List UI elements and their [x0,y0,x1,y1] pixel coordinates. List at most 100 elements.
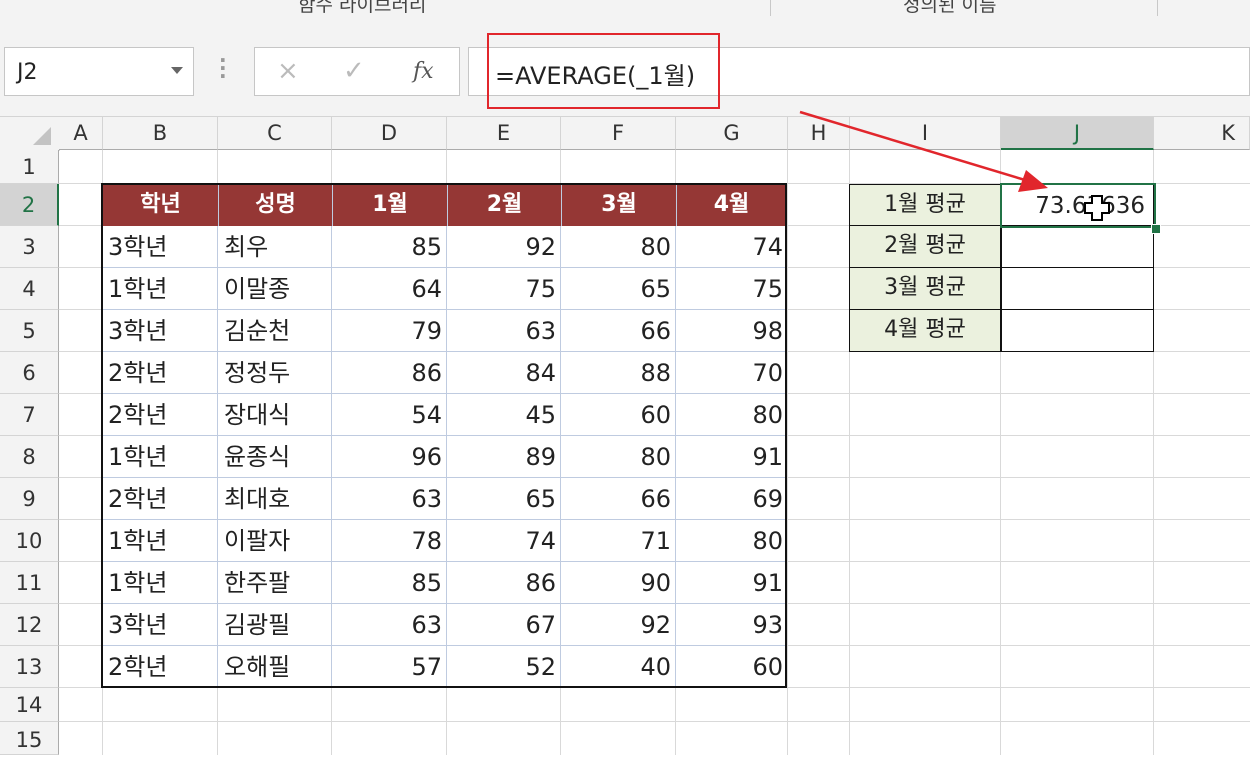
cell-name[interactable]: 최우 [224,226,268,268]
cell-mar[interactable]: 40 [561,646,671,688]
cell-apr[interactable]: 60 [676,646,783,688]
cell-mar[interactable]: 66 [561,478,671,520]
column-header-h[interactable]: H [788,117,850,150]
cell-feb[interactable]: 45 [447,394,556,436]
cell-apr[interactable]: 93 [676,604,783,646]
select-all-corner[interactable] [0,117,60,151]
avg-value-jan[interactable]: 73.63636 [1001,184,1154,226]
row-header-12[interactable]: 12 [0,604,59,646]
column-header-i[interactable]: I [850,117,1001,150]
cell-mar[interactable]: 60 [561,394,671,436]
header-feb[interactable]: 2월 [447,184,561,226]
cell-feb[interactable]: 67 [447,604,556,646]
header-grade[interactable]: 학년 [103,184,218,226]
row-header-10[interactable]: 10 [0,520,59,562]
cell-mar[interactable]: 92 [561,604,671,646]
row-header-14[interactable]: 14 [0,688,59,722]
cell-apr[interactable]: 69 [676,478,783,520]
cell-feb[interactable]: 75 [447,268,556,310]
cell-apr[interactable]: 80 [676,520,783,562]
row-header-6[interactable]: 6 [0,352,59,394]
cell-jan[interactable]: 63 [332,604,442,646]
cell-jan[interactable]: 78 [332,520,442,562]
cell-mar[interactable]: 71 [561,520,671,562]
cell-mar[interactable]: 65 [561,268,671,310]
cancel-icon[interactable]: × [277,56,299,86]
name-box[interactable]: J2 [4,47,194,96]
cell-feb[interactable]: 92 [447,226,556,268]
cell-grade[interactable]: 2학년 [108,478,167,520]
row-header-13[interactable]: 13 [0,646,59,688]
header-mar[interactable]: 3월 [561,184,676,226]
cell-feb[interactable]: 89 [447,436,556,478]
cell-grade[interactable]: 3학년 [108,226,167,268]
cell-jan[interactable]: 54 [332,394,442,436]
column-header-k[interactable]: K [1154,117,1250,150]
cell-grade[interactable]: 1학년 [108,562,167,604]
cell-grade[interactable]: 3학년 [108,604,167,646]
cell-name[interactable]: 김광필 [224,604,290,646]
cell-apr[interactable]: 91 [676,436,783,478]
cell-feb[interactable]: 63 [447,310,556,352]
cell-name[interactable]: 이말종 [224,268,290,310]
avg-label-jan[interactable]: 1월 평균 [849,184,1001,226]
cell-jan[interactable]: 85 [332,226,442,268]
check-icon[interactable]: ✓ [343,56,365,86]
cell-jan[interactable]: 96 [332,436,442,478]
row-header-5[interactable]: 5 [0,310,59,352]
column-header-c[interactable]: C [218,117,332,150]
cell-grade[interactable]: 3학년 [108,310,167,352]
cell-grade[interactable]: 1학년 [108,436,167,478]
cell-grade[interactable]: 2학년 [108,394,167,436]
cell-apr[interactable]: 75 [676,268,783,310]
chevron-down-icon[interactable] [171,67,183,74]
cell-mar[interactable]: 88 [561,352,671,394]
column-header-f[interactable]: F [561,117,676,150]
row-header-9[interactable]: 9 [0,478,59,520]
row-header-11[interactable]: 11 [0,562,59,604]
grip-dots-icon[interactable]: · · · [219,50,227,86]
avg-label-feb[interactable]: 2월 평균 [849,226,1001,268]
row-header-4[interactable]: 4 [0,268,59,310]
row-header-3[interactable]: 3 [0,226,59,268]
avg-label-apr[interactable]: 4월 평균 [849,310,1001,352]
column-header-e[interactable]: E [447,117,561,150]
header-apr[interactable]: 4월 [676,184,786,226]
column-header-b[interactable]: B [103,117,218,150]
cell-name[interactable]: 최대호 [224,478,290,520]
row-header-8[interactable]: 8 [0,436,59,478]
cell-name[interactable]: 오해필 [224,646,290,688]
cell-jan[interactable]: 64 [332,268,442,310]
cell-apr[interactable]: 80 [676,394,783,436]
cell-feb[interactable]: 74 [447,520,556,562]
cell-feb[interactable]: 84 [447,352,556,394]
row-header-7[interactable]: 7 [0,394,59,436]
avg-value-mar[interactable] [1001,268,1154,310]
insert-function-icon[interactable]: fx [413,59,434,84]
cell-apr[interactable]: 91 [676,562,783,604]
cell-name[interactable]: 정정두 [224,352,290,394]
cell-mar[interactable]: 80 [561,436,671,478]
cell-grade[interactable]: 1학년 [108,520,167,562]
cell-grade[interactable]: 1학년 [108,268,167,310]
cell-name[interactable]: 김순천 [224,310,290,352]
cell-jan[interactable]: 57 [332,646,442,688]
cell-mar[interactable]: 80 [561,226,671,268]
column-header-j[interactable]: J [1001,117,1154,150]
header-jan[interactable]: 1월 [332,184,447,226]
cell-grade[interactable]: 2학년 [108,646,167,688]
cell-name[interactable]: 한주팔 [224,562,290,604]
cell-mar[interactable]: 90 [561,562,671,604]
avg-value-feb[interactable] [1001,226,1154,268]
column-header-g[interactable]: G [676,117,788,150]
cell-jan[interactable]: 79 [332,310,442,352]
cell-jan[interactable]: 86 [332,352,442,394]
fill-handle[interactable] [1151,224,1161,234]
cell-feb[interactable]: 65 [447,478,556,520]
cell-jan[interactable]: 63 [332,478,442,520]
cell-feb[interactable]: 52 [447,646,556,688]
cell-feb[interactable]: 86 [447,562,556,604]
cell-grade[interactable]: 2학년 [108,352,167,394]
column-header-a[interactable]: A [59,117,103,150]
header-name[interactable]: 성명 [218,184,332,226]
